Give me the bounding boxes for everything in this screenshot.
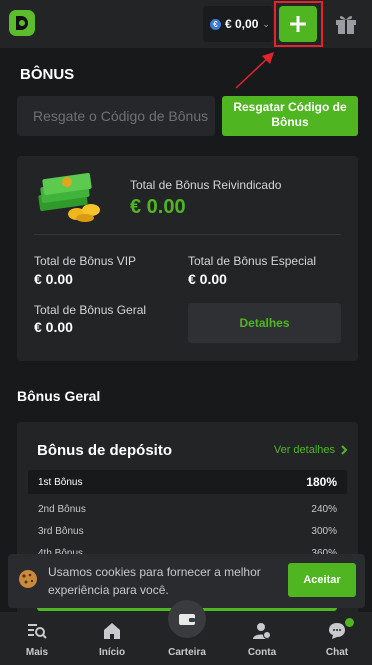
vip-bonus-label: Total de Bônus VIP (34, 254, 137, 268)
redeem-code-button[interactable]: Resgatar Código de Bônus (222, 96, 358, 136)
annotation-highlight-box (274, 1, 323, 47)
nav-item-account[interactable]: Conta (232, 612, 292, 665)
chat-icon (329, 623, 345, 639)
balance-selector[interactable]: € € 0,00 ⌄ (203, 6, 273, 42)
details-button[interactable]: Detalhes (188, 303, 341, 343)
chevron-down-icon: ⌄ (262, 18, 270, 29)
bonus-row-percent: 240% (311, 503, 337, 515)
divider (34, 234, 341, 235)
general-bonus-section-title: Bônus Geral (17, 388, 101, 404)
cookie-message: Usamos cookies para fornecer a melhor ex… (48, 565, 261, 597)
home-icon (104, 623, 120, 639)
total-claimed-label: Total de Bônus Reivindicado (130, 178, 282, 192)
account-icon (253, 623, 271, 639)
bonus-code-input[interactable] (17, 96, 215, 136)
special-bonus-value: € 0.00 (188, 271, 227, 287)
annotation-arrow-icon (235, 52, 274, 89)
bottom-navigation: Mais Início Carteira Conta Chat (0, 600, 372, 665)
page-title: BÔNUS (20, 66, 75, 83)
general-bonus-value: € 0.00 (34, 319, 73, 335)
accept-cookies-button[interactable]: Aceitar (288, 563, 356, 597)
nav-label: Mais (25, 647, 49, 658)
chevron-right-icon (341, 445, 348, 455)
logo-icon (16, 16, 28, 30)
see-details-label: Ver detalhes (273, 444, 335, 456)
nav-label: Carteira (168, 647, 206, 658)
nav-label: Chat (325, 647, 349, 658)
nav-item-chat[interactable]: Chat (307, 612, 367, 665)
menu-search-icon (28, 624, 47, 639)
bonus-row-label: 2nd Bônus (38, 503, 86, 515)
nav-label: Início (98, 647, 126, 658)
see-details-link[interactable]: Ver detalhes (274, 444, 348, 456)
redeem-label-line2: Bônus (271, 115, 309, 129)
bonus-row-label: 3rd Bônus (38, 525, 84, 537)
bonus-summary-card: Total de Bônus Reivindicado € 0.00 Total… (17, 156, 358, 361)
bonus-row-percent: 180% (306, 475, 337, 489)
bonus-row: 2nd Bônus 240% (28, 497, 347, 521)
nav-item-wallet[interactable]: Carteira (157, 600, 217, 665)
redeem-label-line1: Resgatar Código de (233, 100, 347, 114)
nav-label: Conta (247, 647, 277, 658)
balance-amount: € 0,00 (225, 17, 259, 31)
online-status-dot (345, 618, 354, 627)
general-bonus-label: Total de Bônus Geral (34, 303, 147, 317)
brand-logo[interactable] (9, 10, 35, 36)
gift-icon[interactable] (334, 12, 358, 36)
money-stack-icon (38, 172, 100, 222)
wallet-fab[interactable] (168, 600, 206, 638)
total-claimed-value: € 0.00 (130, 196, 186, 218)
nav-item-more[interactable]: Mais (7, 612, 67, 665)
wallet-icon (179, 614, 195, 625)
vip-bonus-value: € 0.00 (34, 271, 73, 287)
special-bonus-label: Total de Bônus Especial (188, 254, 317, 268)
deposit-bonus-title: Bônus de depósito (37, 442, 172, 459)
cookie-icon (19, 570, 37, 588)
bonus-row-percent: 300% (311, 525, 337, 537)
bonus-row-label: 1st Bônus (38, 476, 83, 488)
nav-item-home[interactable]: Início (82, 612, 142, 665)
bonus-row: 3rd Bônus 300% (28, 519, 347, 543)
euro-coin-icon: € (210, 18, 221, 30)
bonus-row: 1st Bônus 180% (28, 470, 347, 494)
top-header: € € 0,00 ⌄ (0, 0, 372, 48)
